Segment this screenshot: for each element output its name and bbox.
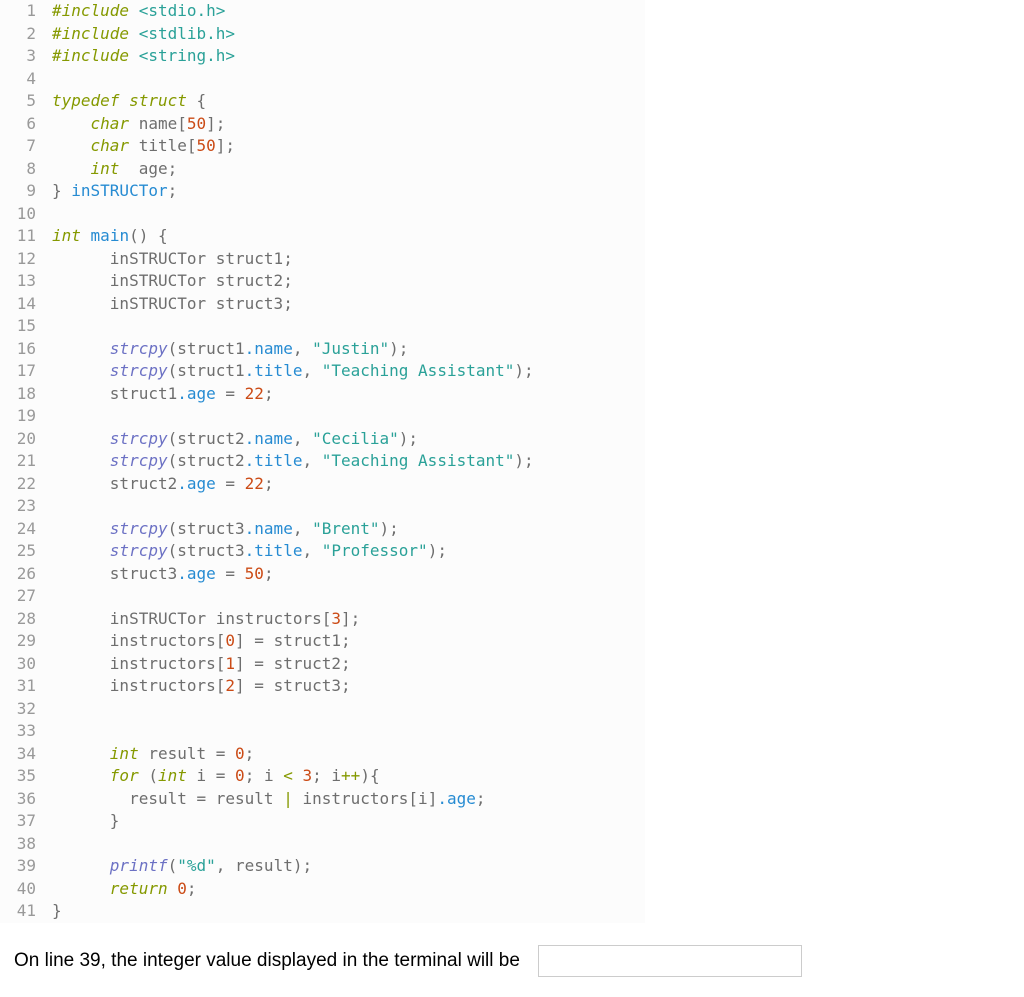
- code-line: strcpy(struct3.name, "Brent");: [52, 518, 645, 541]
- line-number: 36: [8, 788, 36, 811]
- line-number: 39: [8, 855, 36, 878]
- code-line: int result = 0;: [52, 743, 645, 766]
- question-row: On line 39, the integer value displayed …: [0, 923, 1024, 997]
- line-number: 32: [8, 698, 36, 721]
- line-number: 37: [8, 810, 36, 833]
- line-number: 11: [8, 225, 36, 248]
- code-line: #include <stdio.h>: [52, 0, 645, 23]
- code-line: [52, 68, 645, 91]
- code-editor: 1234567891011121314151617181920212223242…: [0, 0, 645, 923]
- line-number: 27: [8, 585, 36, 608]
- code-line: instructors[1] = struct2;: [52, 653, 645, 676]
- line-number: 21: [8, 450, 36, 473]
- line-number: 4: [8, 68, 36, 91]
- code-content: #include <stdio.h>#include <stdlib.h>#in…: [46, 0, 645, 923]
- line-number: 7: [8, 135, 36, 158]
- line-number: 31: [8, 675, 36, 698]
- code-line: [52, 698, 645, 721]
- code-line: int main() {: [52, 225, 645, 248]
- line-number: 19: [8, 405, 36, 428]
- line-number: 40: [8, 878, 36, 901]
- line-number: 2: [8, 23, 36, 46]
- code-line: [52, 315, 645, 338]
- code-line: char name[50];: [52, 113, 645, 136]
- line-number: 13: [8, 270, 36, 293]
- line-number: 16: [8, 338, 36, 361]
- code-line: [52, 203, 645, 226]
- code-line: strcpy(struct3.title, "Professor");: [52, 540, 645, 563]
- line-number: 17: [8, 360, 36, 383]
- code-line: } inSTRUCTor;: [52, 180, 645, 203]
- code-line: struct3.age = 50;: [52, 563, 645, 586]
- line-number: 29: [8, 630, 36, 653]
- line-number: 10: [8, 203, 36, 226]
- code-line: return 0;: [52, 878, 645, 901]
- line-number: 20: [8, 428, 36, 451]
- code-line: [52, 720, 645, 743]
- line-number: 22: [8, 473, 36, 496]
- code-line: printf("%d", result);: [52, 855, 645, 878]
- line-number: 18: [8, 383, 36, 406]
- line-number: 1: [8, 0, 36, 23]
- code-line: strcpy(struct2.title, "Teaching Assistan…: [52, 450, 645, 473]
- code-line: strcpy(struct1.title, "Teaching Assistan…: [52, 360, 645, 383]
- line-number: 6: [8, 113, 36, 136]
- code-line: typedef struct {: [52, 90, 645, 113]
- code-line: char title[50];: [52, 135, 645, 158]
- line-number: 15: [8, 315, 36, 338]
- line-number-gutter: 1234567891011121314151617181920212223242…: [0, 0, 46, 923]
- line-number: 35: [8, 765, 36, 788]
- line-number: 23: [8, 495, 36, 518]
- question-text: On line 39, the integer value displayed …: [14, 950, 520, 972]
- code-line: #include <stdlib.h>: [52, 23, 645, 46]
- line-number: 28: [8, 608, 36, 631]
- code-line: strcpy(struct1.name, "Justin");: [52, 338, 645, 361]
- line-number: 38: [8, 833, 36, 856]
- line-number: 26: [8, 563, 36, 586]
- code-line: instructors[0] = struct1;: [52, 630, 645, 653]
- code-line: struct1.age = 22;: [52, 383, 645, 406]
- line-number: 24: [8, 518, 36, 541]
- line-number: 5: [8, 90, 36, 113]
- code-line: inSTRUCTor struct2;: [52, 270, 645, 293]
- code-line: [52, 405, 645, 428]
- line-number: 34: [8, 743, 36, 766]
- code-line: }: [52, 900, 645, 923]
- answer-input[interactable]: [538, 945, 802, 977]
- line-number: 9: [8, 180, 36, 203]
- code-line: [52, 833, 645, 856]
- code-line: inSTRUCTor struct3;: [52, 293, 645, 316]
- line-number: 30: [8, 653, 36, 676]
- code-line: [52, 495, 645, 518]
- code-line: struct2.age = 22;: [52, 473, 645, 496]
- code-line: #include <string.h>: [52, 45, 645, 68]
- line-number: 25: [8, 540, 36, 563]
- code-line: for (int i = 0; i < 3; i++){: [52, 765, 645, 788]
- code-line: }: [52, 810, 645, 833]
- code-line: inSTRUCTor struct1;: [52, 248, 645, 271]
- line-number: 33: [8, 720, 36, 743]
- code-line: strcpy(struct2.name, "Cecilia");: [52, 428, 645, 451]
- line-number: 3: [8, 45, 36, 68]
- line-number: 41: [8, 900, 36, 923]
- code-line: result = result | instructors[i].age;: [52, 788, 645, 811]
- code-line: int age;: [52, 158, 645, 181]
- line-number: 14: [8, 293, 36, 316]
- line-number: 12: [8, 248, 36, 271]
- code-line: instructors[2] = struct3;: [52, 675, 645, 698]
- code-line: inSTRUCTor instructors[3];: [52, 608, 645, 631]
- line-number: 8: [8, 158, 36, 181]
- code-line: [52, 585, 645, 608]
